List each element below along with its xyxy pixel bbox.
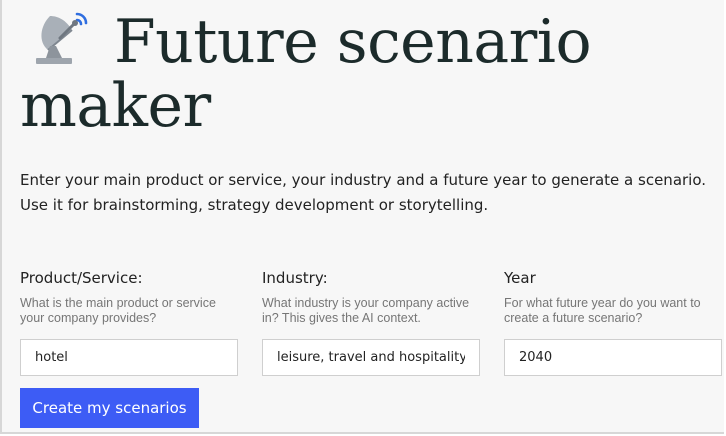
product-service-input[interactable] <box>20 339 238 376</box>
product-service-help: What is the main product or service your… <box>20 296 216 325</box>
create-scenarios-button[interactable]: Create my scenarios <box>20 388 199 428</box>
page-title-text: Future scenario maker <box>20 7 592 141</box>
year-input[interactable] <box>504 339 722 376</box>
page-title: Future scenario maker <box>20 8 720 138</box>
industry-input[interactable] <box>262 339 480 376</box>
product-service-label: Product/Service: <box>20 269 143 287</box>
app-window: Future scenario maker Enter your main pr… <box>0 0 724 434</box>
year-help: For what future year do you want to crea… <box>504 296 701 325</box>
satellite-dish-icon <box>22 8 92 68</box>
industry-help: What industry is your company active in?… <box>262 296 470 325</box>
intro-text: Enter your main product or service, your… <box>20 171 707 214</box>
product-service-field: Product/Service: What is the main produc… <box>20 268 238 376</box>
industry-label: Industry: <box>262 269 328 287</box>
year-field: Year For what future year do you want to… <box>504 268 722 376</box>
year-label: Year <box>504 269 536 287</box>
industry-field: Industry: What industry is your company … <box>262 268 480 376</box>
